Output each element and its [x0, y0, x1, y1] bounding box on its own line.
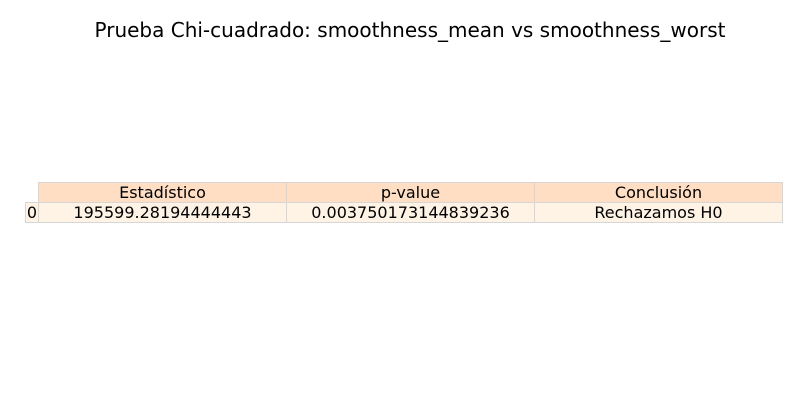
conclusion-cell: Rechazamos H0	[534, 202, 783, 223]
column-header-statistic: Estadístico	[38, 182, 287, 203]
table-header-row: Estadístico p-value Conclusión	[26, 182, 783, 203]
chart-title: Prueba Chi-cuadrado: smoothness_mean vs …	[94, 18, 726, 42]
results-table-wrapper: Estadístico p-value Conclusión 0 195599.…	[25, 182, 783, 223]
p-value-cell: 0.003750173144839236	[286, 202, 535, 223]
column-header-conclusion: Conclusión	[534, 182, 783, 203]
index-header-cell	[26, 183, 39, 203]
column-header-p-value: p-value	[286, 182, 535, 203]
statistic-value-cell: 195599.28194444443	[38, 202, 287, 223]
results-table: Estadístico p-value Conclusión 0 195599.…	[25, 182, 783, 223]
row-index-cell: 0	[25, 202, 39, 223]
table-row: 0 195599.28194444443 0.00375017314483923…	[25, 202, 783, 223]
